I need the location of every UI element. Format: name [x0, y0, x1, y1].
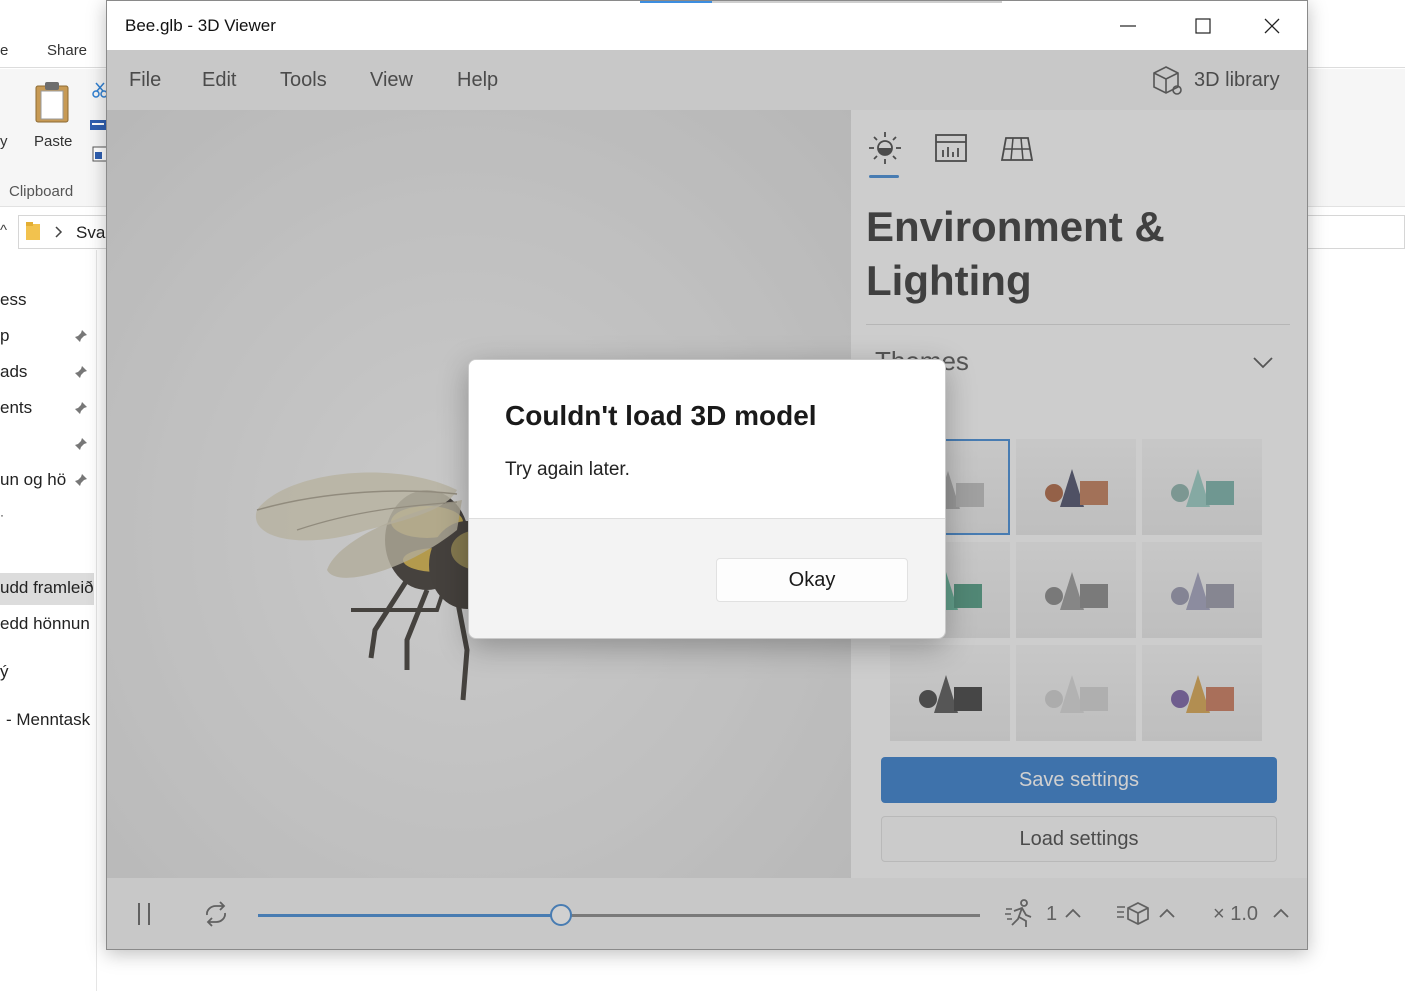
nav-item-folder-5[interactable]: - Menntask	[6, 710, 90, 730]
minimize-icon[interactable]	[1100, 1, 1168, 50]
nav-item-quick-access[interactable]: ess	[0, 290, 26, 310]
nav-item-folder-1[interactable]: un og hö	[0, 470, 66, 490]
up-arrow-icon[interactable]: ^	[0, 222, 7, 239]
pin-icon	[75, 474, 87, 486]
pin-icon	[75, 366, 87, 378]
copy-label-fragment: y	[0, 133, 8, 150]
dialog-message: Try again later.	[505, 459, 630, 480]
title-bar[interactable]: Bee.glb - 3D Viewer	[107, 1, 1307, 50]
nav-item-folder-4[interactable]: ý	[0, 662, 9, 682]
nav-item-folder-2[interactable]: udd framleið	[0, 578, 94, 598]
pin-icon	[75, 330, 87, 342]
ribbon-tab-share[interactable]: Share	[47, 42, 87, 59]
dialog-content: Couldn't load 3D model Try again later.	[469, 360, 945, 519]
nav-item-downloads[interactable]: ads	[0, 362, 27, 382]
close-icon[interactable]	[1236, 1, 1304, 50]
address-path-text: Sva	[76, 223, 106, 242]
folder-icon	[26, 222, 40, 240]
ribbon-tab-home[interactable]: e	[0, 42, 8, 59]
copy-path-icon[interactable]	[90, 117, 106, 133]
maximize-icon[interactable]	[1168, 1, 1236, 50]
error-dialog: Couldn't load 3D model Try again later. …	[468, 359, 946, 639]
pin-icon	[75, 438, 87, 450]
nav-expand-dot: ·	[0, 508, 4, 522]
drag-indicator-track	[712, 1, 1002, 3]
paste-button-label[interactable]: Paste	[34, 133, 72, 150]
dialog-title: Couldn't load 3D model	[505, 400, 817, 431]
pin-icon	[75, 402, 87, 414]
nav-item-folder-3[interactable]: edd hönnun	[0, 614, 90, 634]
window-title: Bee.glb - 3D Viewer	[125, 16, 276, 35]
okay-button[interactable]: Okay	[716, 558, 908, 602]
breadcrumb-chevron-icon	[55, 226, 63, 238]
clipboard-group-label: Clipboard	[9, 183, 74, 200]
paste-icon[interactable]	[34, 80, 70, 124]
nav-item-desktop[interactable]: p	[0, 326, 9, 346]
nav-pane-divider	[96, 250, 97, 991]
drag-indicator	[640, 1, 712, 3]
nav-item-documents[interactable]: ents	[0, 398, 32, 418]
